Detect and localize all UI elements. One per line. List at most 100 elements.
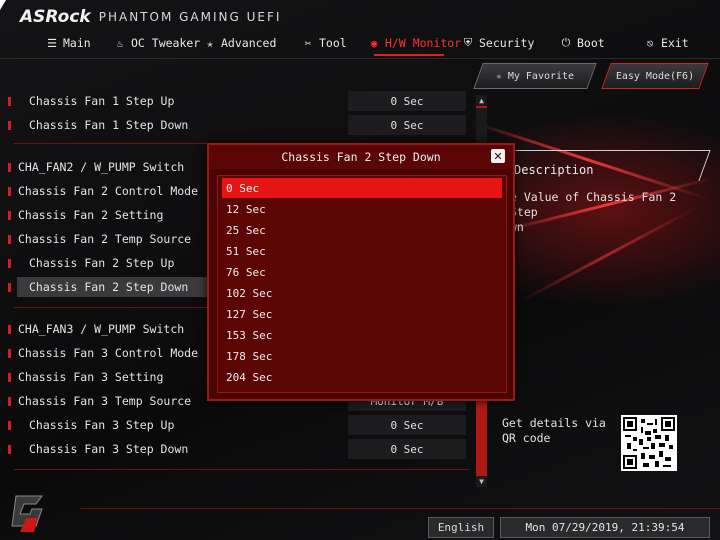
easy-mode-label: Easy Mode(F6) <box>615 70 695 82</box>
menu-divider <box>0 58 720 59</box>
popup-option[interactable]: 76 Sec <box>222 262 502 282</box>
my-favorite-label: My Favorite <box>507 70 575 82</box>
wrench-icon: ✂ <box>304 36 312 50</box>
mouse-cursor-icon <box>0 0 6 10</box>
setting-label: Chassis Fan 3 Setting <box>18 370 164 384</box>
row-marker <box>8 349 11 358</box>
description-text: e Value of Chassis Fan 2 Step wn <box>510 190 677 234</box>
setting-value[interactable]: 0 Sec <box>348 91 466 111</box>
setting-value[interactable]: 0 Sec <box>348 415 466 435</box>
setting-label: Chassis Fan 2 Control Mode <box>18 184 199 198</box>
popup-option-list: 0 Sec 12 Sec 25 Sec 51 Sec 76 Sec 102 Se… <box>217 175 507 393</box>
shield-icon: ⛨ <box>463 36 473 49</box>
popup-option[interactable]: 51 Sec <box>222 241 502 261</box>
setting-label: CHA_FAN2 / W_PUMP Switch <box>18 160 185 174</box>
scrollbar-thumb[interactable] <box>476 108 487 148</box>
row-marker <box>8 259 11 268</box>
row-marker <box>8 211 11 220</box>
row-marker <box>8 373 11 382</box>
menu-hw-monitor[interactable]: ◉ H/W Monitor <box>368 32 461 54</box>
setting-label: Chassis Fan 3 Temp Source <box>18 394 192 408</box>
star-icon: ✭ <box>206 36 214 50</box>
row-marker <box>8 187 11 196</box>
setting-label: Chassis Fan 2 Step Down <box>17 277 219 297</box>
menu-tool[interactable]: ✂ Tool <box>302 32 347 54</box>
setting-label: Chassis Fan 3 Step Up <box>29 418 175 432</box>
star-icon: ★ <box>495 70 502 82</box>
menu-boot-label: Boot <box>577 36 605 50</box>
power-icon: ⏻ <box>561 36 571 49</box>
popup-option[interactable]: 12 Sec <box>222 199 502 219</box>
menu-exit[interactable]: ⎋ Exit <box>644 32 689 54</box>
popup-option[interactable]: 127 Sec <box>222 304 502 324</box>
qr-code <box>621 415 677 471</box>
menu-security-label: Security <box>479 36 535 50</box>
scroll-down-button[interactable]: ▼ <box>476 476 487 487</box>
close-icon[interactable]: ✕ <box>491 149 505 163</box>
scroll-up-button[interactable]: ▲ <box>476 95 487 106</box>
popup-option[interactable]: 102 Sec <box>222 283 502 303</box>
menu-boot[interactable]: ⏻ Boot <box>560 32 605 54</box>
menu-exit-label: Exit <box>661 36 689 50</box>
menu-oc-tweaker[interactable]: ♨ OC Tweaker <box>114 32 201 54</box>
description-title: Description <box>514 163 594 177</box>
menu-security[interactable]: ⛨ Security <box>462 32 535 54</box>
setting-label: CHA_FAN3 / W_PUMP Switch <box>18 322 185 336</box>
setting-label: Chassis Fan 3 Step Down <box>29 442 189 456</box>
setting-value[interactable]: 0 Sec <box>348 115 466 135</box>
brand-logo: ASRock <box>20 7 91 27</box>
menu-main-label: Main <box>63 36 91 50</box>
top-menu-bar: ☰ Main ♨ OC Tweaker ✭ Advanced ✂ Tool ◉ H/W M… <box>0 32 720 56</box>
menu-hw-monitor-label: H/W Monitor <box>385 36 462 50</box>
logo: ASRock PHANTOM GAMING UEFI <box>20 6 281 28</box>
setting-label: Chassis Fan 2 Temp Source <box>18 232 192 246</box>
popup-title: Chassis Fan 2 Step Down <box>209 145 513 169</box>
row-marker <box>8 397 11 406</box>
row-marker <box>8 445 11 454</box>
row-marker <box>8 163 11 172</box>
setting-label: Chassis Fan 2 Setting <box>18 208 164 222</box>
popup-option[interactable]: 25 Sec <box>222 220 502 240</box>
menu-oc-tweaker-label: OC Tweaker <box>131 36 201 50</box>
setting-row[interactable]: Chassis Fan 1 Step Up 0 Sec <box>8 90 488 112</box>
exit-icon: ⎋ <box>646 36 654 50</box>
flame-icon: ♨ <box>116 36 124 50</box>
menu-advanced-label: Advanced <box>221 36 277 50</box>
row-marker <box>8 235 11 244</box>
row-marker <box>8 97 11 106</box>
setting-label: Chassis Fan 3 Control Mode <box>18 346 199 360</box>
active-tab-indicator <box>374 54 444 56</box>
popup-option[interactable]: 178 Sec <box>222 346 502 366</box>
setting-value[interactable]: 0 Sec <box>348 439 466 459</box>
qr-caption: Get details via QR code <box>502 416 606 445</box>
monitor-icon: ◉ <box>370 36 378 50</box>
menu-advanced[interactable]: ✭ Advanced <box>204 32 277 54</box>
phantom-gaming-logo-icon <box>11 495 43 532</box>
row-marker <box>8 283 11 292</box>
date-time-display: Mon 07/29/2019, 21:39:54 <box>500 517 710 538</box>
row-marker <box>8 421 11 430</box>
popup-option[interactable]: 153 Sec <box>222 325 502 345</box>
menu-tool-label: Tool <box>319 36 347 50</box>
setting-label: Chassis Fan 2 Step Up <box>29 256 175 270</box>
qr-code-icon <box>623 417 675 469</box>
footer-divider <box>80 508 720 509</box>
list-icon: ☰ <box>47 36 57 50</box>
language-button[interactable]: English <box>428 517 494 538</box>
setting-label: Chassis Fan 1 Step Up <box>29 94 175 108</box>
setting-row[interactable]: Chassis Fan 3 Step Up 0 Sec <box>8 414 488 436</box>
setting-label: Chassis Fan 1 Step Down <box>29 118 189 132</box>
menu-main[interactable]: ☰ Main <box>46 32 91 54</box>
row-marker <box>8 325 11 334</box>
popup-option-selected[interactable]: 0 Sec <box>222 178 502 198</box>
setting-row[interactable]: Chassis Fan 1 Step Down 0 Sec <box>8 114 488 136</box>
easy-mode-button[interactable]: Easy Mode(F6) <box>601 63 709 89</box>
option-popup: Chassis Fan 2 Step Down ✕ 0 Sec 12 Sec 2… <box>207 143 515 401</box>
uefi-subtitle: PHANTOM GAMING UEFI <box>98 10 282 24</box>
phantom-gaming-logo <box>8 492 50 540</box>
popup-option[interactable]: 204 Sec <box>222 367 502 387</box>
setting-row[interactable]: Chassis Fan 3 Step Down 0 Sec <box>8 438 488 460</box>
my-favorite-button[interactable]: ★ My Favorite <box>473 63 597 89</box>
section-divider <box>14 469 469 470</box>
row-marker <box>8 121 11 130</box>
